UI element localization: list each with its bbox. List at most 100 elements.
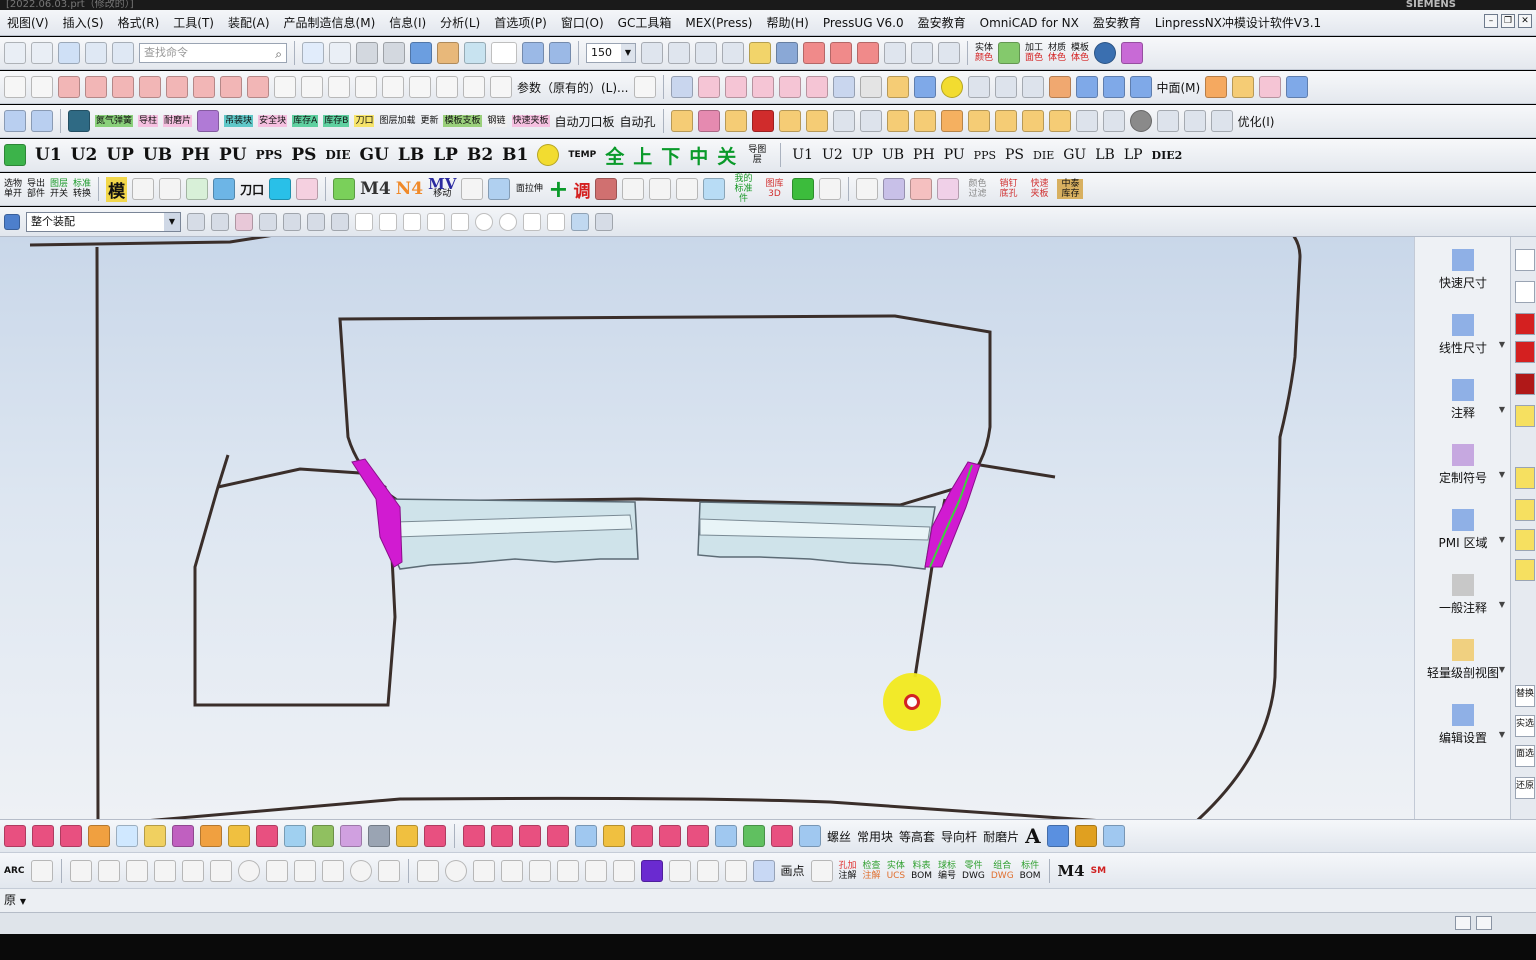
bridge-icon[interactable] (139, 76, 161, 98)
sheet-3-icon[interactable] (1129, 76, 1152, 98)
chevron-down-icon[interactable]: ▼ (1499, 535, 1505, 544)
tool-combo-dwg[interactable]: 组合 DWG (991, 861, 1014, 881)
revolve-icon[interactable] (994, 76, 1017, 98)
spline-icon[interactable] (112, 76, 134, 98)
plate-gu[interactable]: GU (360, 145, 389, 165)
hand-icon[interactable] (603, 825, 625, 847)
tool-balloon-number[interactable]: 球标 编号 (938, 861, 956, 881)
chevron-down-icon[interactable]: ▼ (621, 44, 635, 62)
stack-2-icon[interactable] (144, 825, 166, 847)
snap-curve-icon[interactable] (427, 212, 445, 231)
tool-edge[interactable]: 刀口 (354, 115, 375, 127)
text-icon[interactable]: A (1025, 824, 1041, 848)
tool-layer-switch[interactable]: 图层 开关 (50, 179, 68, 199)
sketch-icon[interactable] (668, 42, 690, 64)
green-line-icon[interactable] (153, 859, 176, 882)
bracket-icon[interactable] (556, 859, 579, 882)
chevron-down-icon[interactable]: ▼ (1499, 340, 1505, 349)
clip-icon[interactable] (4, 825, 26, 847)
sheet-i-icon[interactable] (743, 825, 765, 847)
top-pin-icon[interactable] (676, 178, 699, 200)
plus-icon[interactable]: + (548, 175, 568, 203)
cup-icon[interactable] (200, 825, 222, 847)
copy-y-icon[interactable] (500, 859, 523, 882)
menu-format[interactable]: 格式(R) (111, 14, 167, 31)
linear-dimension-button[interactable]: 线性尺寸 ▼ (1415, 314, 1511, 356)
menu-insert[interactable]: 插入(S) (56, 14, 111, 31)
layout-2-icon[interactable] (31, 110, 53, 132)
chamfer-icon[interactable] (355, 76, 377, 98)
face-select-button[interactable]: 面选 (1515, 745, 1535, 767)
fillet-icon[interactable] (328, 76, 350, 98)
sheet-j-icon[interactable] (771, 825, 793, 847)
window-icon[interactable] (58, 42, 80, 64)
move-u1[interactable]: U1 (792, 147, 813, 163)
snap-grid-icon[interactable] (331, 212, 349, 231)
yellow-tag-5-icon[interactable] (1515, 559, 1535, 581)
folder-icon[interactable] (805, 110, 828, 132)
tool-lifting-block[interactable]: 吊装块 (224, 115, 254, 127)
move-gu[interactable]: GU (1063, 147, 1086, 163)
custom-symbol-button[interactable]: 定制符号 ▼ (1415, 444, 1511, 486)
part-10-icon[interactable] (1102, 110, 1125, 132)
yellow-tag-icon[interactable] (1515, 405, 1535, 427)
green-curve-icon[interactable] (668, 859, 691, 882)
edit-settings-button[interactable]: 编辑设置 ▼ (1415, 704, 1511, 746)
adjust-button[interactable]: 调 (573, 177, 590, 202)
grid-icon[interactable] (329, 42, 351, 64)
gear-icon[interactable] (1121, 42, 1144, 64)
menu-help[interactable]: 帮助(H) (759, 14, 815, 31)
dimension-icon[interactable] (463, 825, 485, 847)
show-upper-button[interactable]: 上 (633, 142, 652, 169)
ring-icon[interactable] (537, 144, 560, 166)
move-up[interactable]: UP (852, 147, 873, 163)
knife-edge-button[interactable]: 刀口 (240, 181, 264, 198)
outline-2-icon[interactable] (810, 859, 833, 882)
m4-bottom-button[interactable]: M4 (1058, 862, 1085, 880)
hole-icon[interactable] (1021, 76, 1044, 98)
purple-square-icon[interactable] (640, 859, 663, 882)
move-lb[interactable]: LB (1095, 147, 1115, 163)
chevron-down-icon[interactable]: ▼ (1499, 405, 1505, 414)
line-draw-icon[interactable] (69, 859, 92, 882)
green-stripe-icon[interactable] (792, 178, 815, 200)
guide-rod-button[interactable]: 导向杆 (941, 828, 977, 845)
cylinder-solid-icon[interactable] (913, 76, 936, 98)
split-icon[interactable] (301, 76, 323, 98)
plate-b2[interactable]: B2 (467, 145, 493, 165)
search-icon[interactable]: ⌕ (275, 45, 282, 63)
move-pu[interactable]: PU (944, 147, 965, 163)
tangent-icon[interactable] (265, 859, 288, 882)
stack-icon[interactable] (670, 110, 693, 132)
surface-5-icon[interactable] (805, 76, 828, 98)
plate-ph[interactable]: PH (181, 145, 210, 165)
arc-button[interactable]: ARC (4, 866, 25, 876)
hexagon-icon[interactable] (1129, 110, 1152, 132)
sheet-b-icon[interactable] (519, 825, 541, 847)
draw-point-button[interactable]: 画点 (781, 862, 805, 879)
target-icon[interactable] (803, 42, 825, 64)
note-button[interactable]: 注释 ▼ (1415, 379, 1511, 421)
move-ph[interactable]: PH (913, 147, 935, 163)
ruler-icon[interactable] (911, 42, 933, 64)
smooth-icon[interactable] (490, 76, 512, 98)
tool-wear-plate[interactable]: 耐磨片 (163, 115, 193, 127)
menu-assembly[interactable]: 装配(A) (221, 14, 277, 31)
optimize-button[interactable]: 优化(I) (1238, 113, 1275, 130)
tool-quick-clamp[interactable]: 快速夹板 (511, 115, 550, 127)
pen-icon[interactable] (633, 76, 656, 98)
minimize-icon[interactable]: – (1484, 14, 1498, 28)
fan-icon[interactable] (472, 859, 495, 882)
tool-material-bom[interactable]: 料表 BOM (911, 861, 932, 881)
tool-select-open[interactable]: 选物 单开 (4, 179, 22, 199)
rotate-icon[interactable] (461, 178, 484, 200)
green-block-icon[interactable] (312, 825, 334, 847)
circle-2-icon[interactable] (349, 859, 372, 882)
menu-view[interactable]: 视图(V) (0, 14, 56, 31)
snap-midpoint-icon[interactable] (379, 212, 397, 231)
join-icon[interactable] (193, 76, 215, 98)
face-stretch-button[interactable]: 面拉伸 (515, 184, 543, 194)
snap-endpoint-icon[interactable] (355, 212, 373, 231)
sheet-d-icon[interactable] (575, 825, 597, 847)
mv-move-button[interactable]: MV 移动 (428, 177, 456, 200)
